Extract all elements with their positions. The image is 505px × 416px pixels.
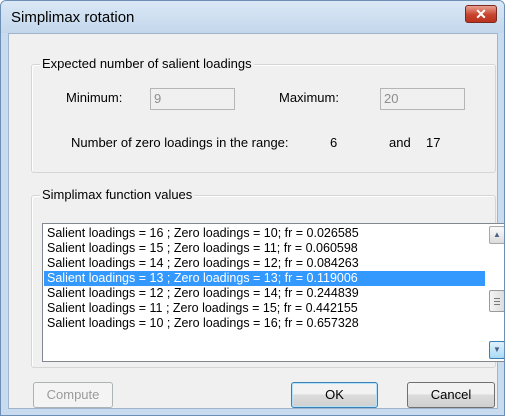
zero-range-low: 6 [330, 135, 338, 150]
list-item[interactable]: Salient loadings = 15 ; Zero loadings = … [44, 241, 485, 256]
listbox-rows: Salient loadings = 16 ; Zero loadings = … [44, 226, 485, 331]
zero-range-high: 17 [426, 135, 441, 150]
list-item-selected[interactable]: Salient loadings = 13 ; Zero loadings = … [44, 271, 485, 286]
arrow-down-icon: ▼ [493, 345, 501, 354]
cancel-button[interactable]: Cancel [407, 382, 495, 408]
function-values-legend: Simplimax function values [40, 187, 195, 203]
maximum-field[interactable]: 20 [380, 88, 465, 110]
expected-loadings-group: Expected number of salient loadings Mini… [31, 56, 496, 173]
close-icon: ✕ [475, 6, 487, 22]
window-title: Simplimax rotation [11, 9, 135, 26]
function-values-group: Simplimax function values Salient loadin… [31, 187, 504, 368]
minimum-field[interactable]: 9 [150, 88, 235, 110]
title-bar[interactable]: Simplimax rotation ✕ [1, 1, 504, 33]
ok-button[interactable]: OK [291, 382, 378, 408]
scroll-down-button[interactable]: ▼ [489, 341, 504, 359]
grip-line [494, 304, 500, 305]
zero-range-label: Number of zero loadings in the range: [71, 135, 289, 150]
vertical-scrollbar[interactable]: ▲ ▼ [487, 224, 504, 361]
list-item[interactable]: Salient loadings = 11 ; Zero loadings = … [44, 301, 485, 316]
dialog-client: Expected number of salient loadings Mini… [8, 33, 504, 409]
list-item[interactable]: Salient loadings = 12 ; Zero loadings = … [44, 286, 485, 301]
grip-line [494, 301, 500, 302]
grip-line [494, 298, 500, 299]
function-values-listbox[interactable]: Salient loadings = 16 ; Zero loadings = … [42, 223, 504, 362]
list-item[interactable]: Salient loadings = 10 ; Zero loadings = … [44, 316, 485, 331]
expected-loadings-legend: Expected number of salient loadings [40, 56, 254, 72]
scroll-thumb[interactable] [489, 290, 504, 312]
compute-button[interactable]: Compute [33, 382, 113, 408]
list-item[interactable]: Salient loadings = 14 ; Zero loadings = … [44, 256, 485, 271]
dialog-window: Simplimax rotation ✕ Expected number of … [0, 0, 505, 416]
maximum-label: Maximum: [279, 90, 339, 105]
list-item[interactable]: Salient loadings = 16 ; Zero loadings = … [44, 226, 485, 241]
scroll-up-button[interactable]: ▲ [489, 226, 504, 244]
arrow-up-icon: ▲ [493, 230, 501, 239]
close-button[interactable]: ✕ [465, 5, 497, 23]
zero-range-and: and [389, 135, 411, 150]
minimum-label: Minimum: [66, 90, 123, 105]
